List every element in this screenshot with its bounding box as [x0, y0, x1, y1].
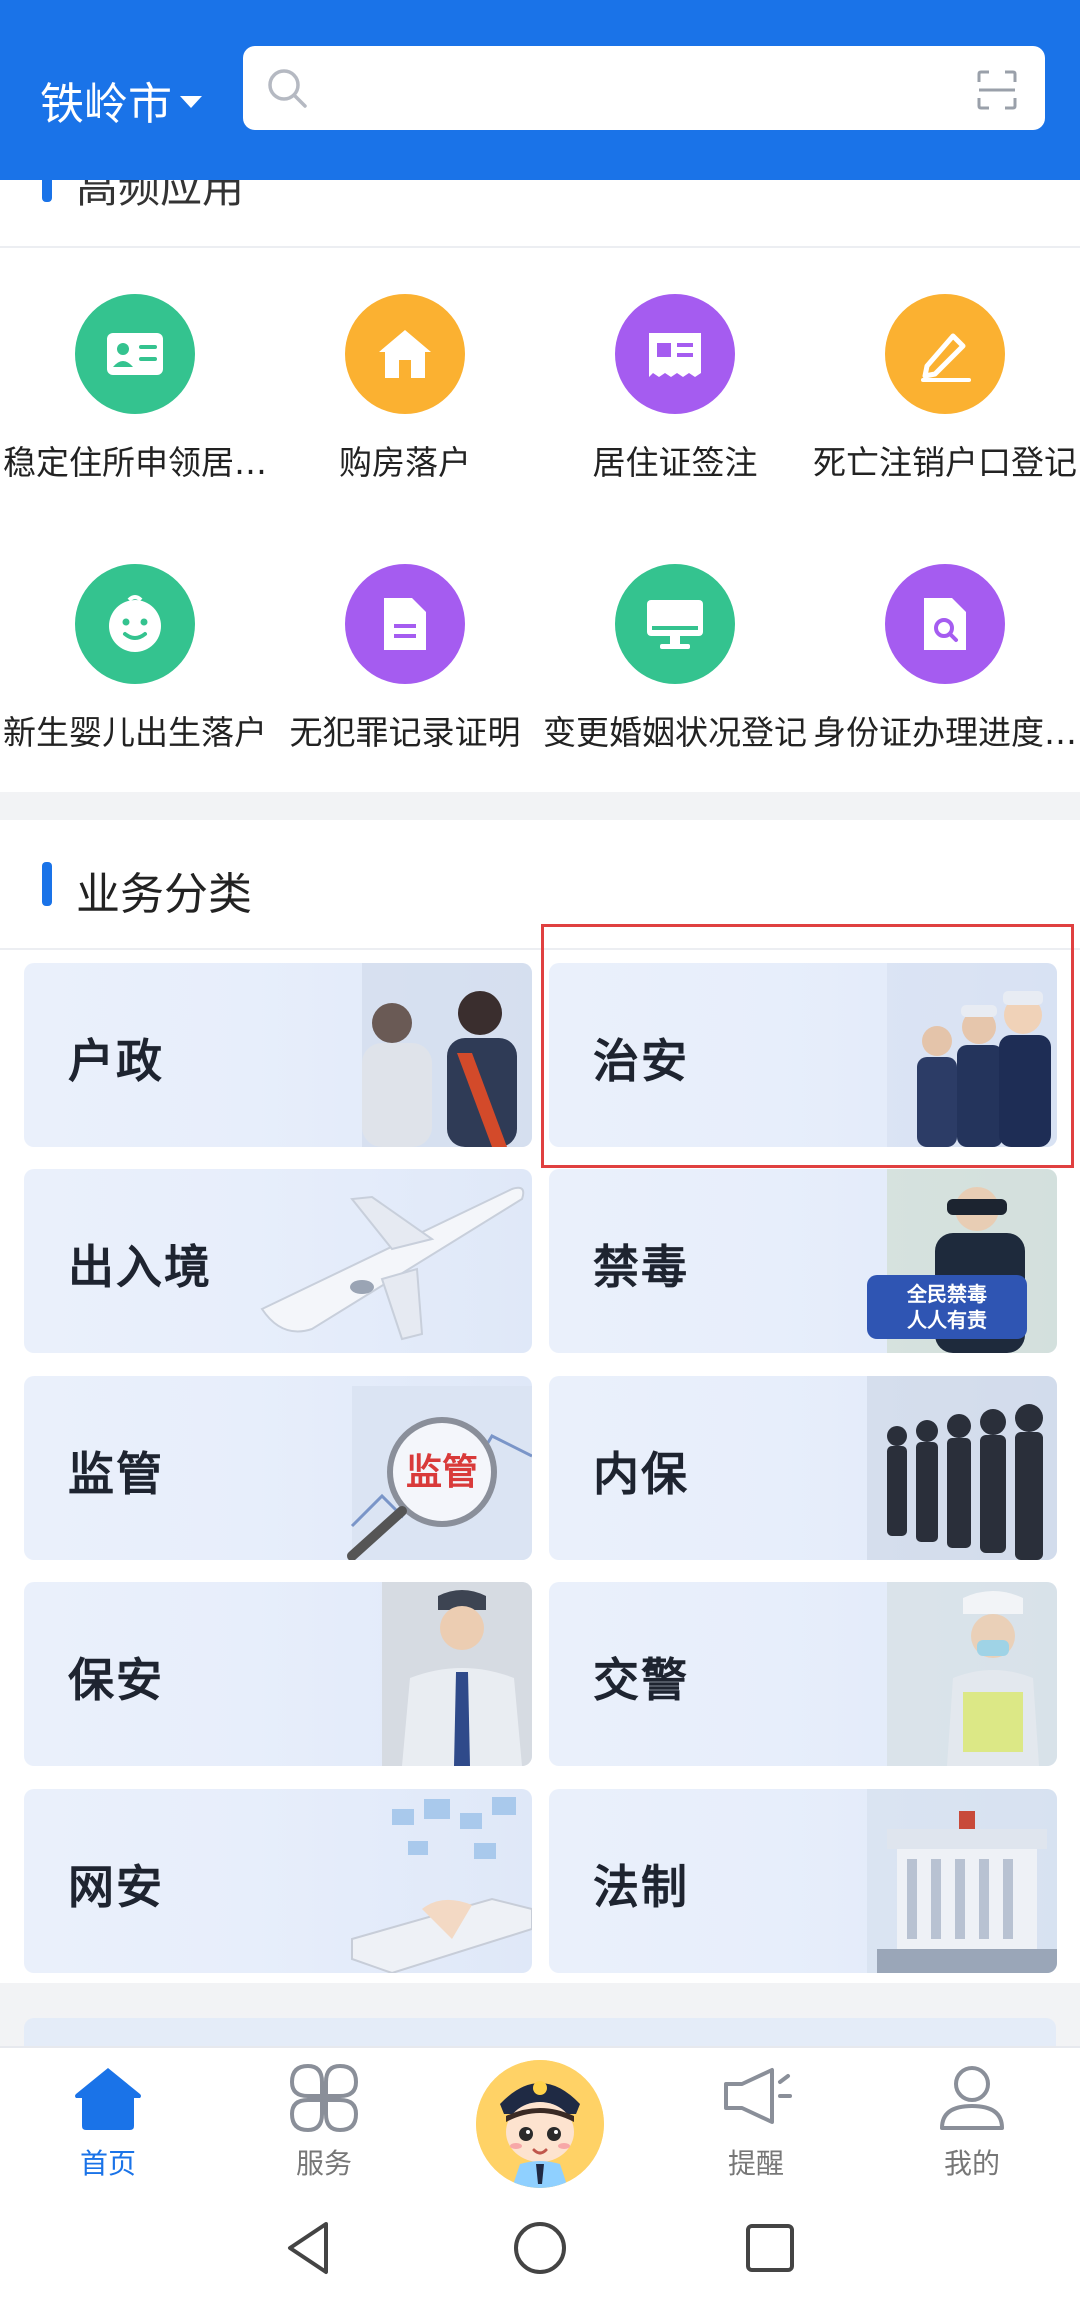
- courthouse-image: [867, 1789, 1057, 1973]
- police-officers-image: [887, 963, 1057, 1147]
- security-guard-image: [382, 1582, 532, 1766]
- category-card-fazhi[interactable]: 法制: [549, 1789, 1057, 1973]
- megaphone-icon: [724, 2068, 792, 2124]
- app-label: 购房落户: [339, 443, 471, 482]
- category-label: 监管: [68, 1447, 164, 1501]
- tab-label: 服务: [295, 2147, 352, 2180]
- airplane-image: [260, 1186, 525, 1341]
- home-circle-icon[interactable]: [510, 2218, 570, 2278]
- category-label: 交警: [593, 1653, 689, 1707]
- app-label: 身份证办理进度查询: [813, 713, 1077, 752]
- house-icon: [345, 294, 465, 414]
- apps-icon: [289, 2063, 359, 2133]
- svg-text:人人有责: 人人有责: [907, 1308, 987, 1332]
- app-house-purchase-settle[interactable]: 购房落户: [270, 294, 540, 484]
- category-label: 保安: [68, 1653, 164, 1707]
- city-selector[interactable]: 铁岭市: [40, 70, 202, 130]
- search-box[interactable]: [243, 46, 1045, 132]
- app-stable-residence-permit[interactable]: 稳定住所申领居住证: [0, 294, 270, 484]
- category-card-churujing[interactable]: 出入境: [24, 1169, 532, 1353]
- app-label: 无犯罪记录证明: [289, 713, 521, 752]
- category-card-jianguan[interactable]: 监管 监管: [24, 1376, 532, 1560]
- app-residence-permit-endorse[interactable]: 居住证签注: [540, 294, 810, 484]
- city-label: 铁岭市: [40, 79, 172, 130]
- certificate-icon: [615, 294, 735, 414]
- baby-face-icon: [75, 564, 195, 684]
- category-label: 法制: [593, 1860, 689, 1914]
- user-icon: [940, 2066, 1004, 2130]
- back-icon[interactable]: [280, 2218, 340, 2278]
- id-card-icon: [75, 294, 195, 414]
- category-card-neibao[interactable]: 内保: [549, 1376, 1057, 1560]
- scan-icon[interactable]: [975, 68, 1019, 112]
- next-section-peek: [24, 2018, 1056, 2046]
- category-label: 治安: [593, 1034, 689, 1088]
- traffic-police-image: [887, 1582, 1057, 1766]
- category-label: 内保: [593, 1447, 689, 1501]
- tab-reminders[interactable]: 提醒: [686, 2062, 826, 2182]
- monitor-icon: [615, 564, 735, 684]
- police-avatar-icon[interactable]: [476, 2060, 604, 2188]
- category-card-huzheng[interactable]: 户政: [24, 963, 532, 1147]
- tab-label: 我的: [943, 2147, 1000, 2180]
- frequent-apps-header: 高频应用: [0, 180, 1080, 248]
- category-card-zhian[interactable]: 治安: [549, 963, 1057, 1147]
- tab-home[interactable]: 首页: [38, 2062, 178, 2182]
- frequent-apps-title: 高频应用: [76, 180, 245, 212]
- magnifier-supervision-image: 监管: [347, 1386, 532, 1560]
- app-label: 居住证签注: [592, 443, 758, 482]
- guard-formation-image: [867, 1376, 1057, 1560]
- section-accent-bar: [42, 180, 52, 202]
- tab-services[interactable]: 服务: [254, 2062, 394, 2182]
- category-card-wangan[interactable]: 网安: [24, 1789, 532, 1973]
- home-icon: [75, 2068, 141, 2130]
- top-header: 铁岭市: [0, 0, 1080, 180]
- category-card-baoan[interactable]: 保安: [24, 1582, 532, 1766]
- category-card-jiaojing[interactable]: 交警: [549, 1582, 1057, 1766]
- tab-label: 首页: [79, 2147, 136, 2180]
- caret-down-icon: [180, 96, 202, 108]
- frequent-apps-section: 高频应用 稳定住所申领居住证 购房落户 居住证签注 死亡注销户口登记: [0, 180, 1080, 792]
- svg-text:监管: 监管: [406, 1451, 478, 1492]
- app-label: 变更婚姻状况登记: [543, 713, 807, 752]
- frequent-apps-row-1: 稳定住所申领居住证 购房落户 居住证签注 死亡注销户口登记: [0, 294, 1080, 484]
- recent-apps-icon[interactable]: [740, 2218, 800, 2278]
- app-label: 死亡注销户口登记: [813, 443, 1077, 482]
- business-categories-header: 业务分类: [0, 820, 1080, 950]
- document-icon: [345, 564, 465, 684]
- file-search-icon: [885, 564, 1005, 684]
- category-card-jindu[interactable]: 禁毒 全民禁毒 人人有责: [549, 1169, 1057, 1353]
- tab-label: 提醒: [727, 2147, 784, 2180]
- app-newborn-settle[interactable]: 新生婴儿出生落户: [0, 564, 270, 754]
- category-label: 禁毒: [593, 1240, 689, 1294]
- counter-staff-image: [362, 963, 532, 1147]
- app-label: 新生婴儿出生落户: [3, 713, 267, 752]
- app-marital-status-change[interactable]: 变更婚姻状况登记: [540, 564, 810, 754]
- category-label: 户政: [68, 1034, 164, 1088]
- system-navigation-bar: [0, 2188, 1080, 2310]
- tab-mine[interactable]: 我的: [902, 2062, 1042, 2182]
- section-accent-bar: [42, 862, 52, 906]
- svg-text:全民禁毒: 全民禁毒: [906, 1282, 987, 1306]
- search-icon: [268, 69, 307, 108]
- search-input[interactable]: [313, 46, 957, 132]
- category-label: 出入境: [68, 1240, 212, 1294]
- app-no-criminal-record[interactable]: 无犯罪记录证明: [270, 564, 540, 754]
- category-label: 网安: [68, 1860, 164, 1914]
- business-categories-title: 业务分类: [76, 869, 252, 920]
- pencil-icon: [885, 294, 1005, 414]
- app-label: 稳定住所申领居住证: [3, 443, 267, 482]
- anti-drug-officer-image: 全民禁毒 人人有责: [867, 1169, 1057, 1353]
- laptop-network-image: [351, 1797, 532, 1973]
- app-id-card-progress[interactable]: 身份证办理进度查询: [810, 564, 1080, 754]
- app-death-cancel-hukou[interactable]: 死亡注销户口登记: [810, 294, 1080, 484]
- frequent-apps-row-2: 新生婴儿出生落户 无犯罪记录证明 变更婚姻状况登记 身份证办理进度查询: [0, 564, 1080, 754]
